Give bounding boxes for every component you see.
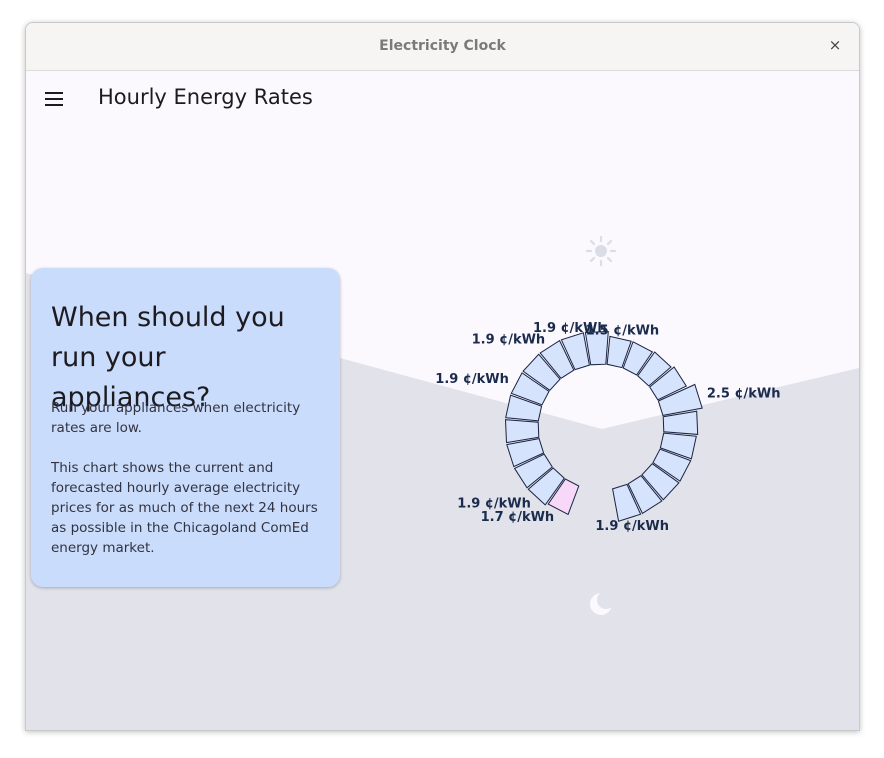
- price-label: 2.5 ¢/kWh: [707, 387, 781, 402]
- app-bar: Hourly Energy Rates: [26, 71, 859, 129]
- price-label: 1.5 ¢/kWh: [586, 323, 660, 338]
- price-label: 1.7 ¢/kWh: [481, 510, 555, 525]
- card-paragraph-intro: Run your appliances when electricity rat…: [51, 400, 301, 436]
- menu-icon[interactable]: [42, 87, 66, 111]
- price-label: 1.9 ¢/kWh: [457, 497, 531, 512]
- card-paragraph-details: This chart shows the current and forecas…: [51, 460, 318, 556]
- app-window: Electricity Clock × 1.7 ¢/kWh 1.9 ¢/kWh 1.…: [25, 22, 860, 731]
- info-card: When should you run your appliances? Run…: [31, 268, 340, 587]
- page-title: Hourly Energy Rates: [98, 85, 313, 109]
- price-label: 1.9 ¢/kWh: [595, 519, 669, 534]
- price-label: 1.9 ¢/kWh: [435, 372, 509, 387]
- sun-icon: [585, 235, 617, 267]
